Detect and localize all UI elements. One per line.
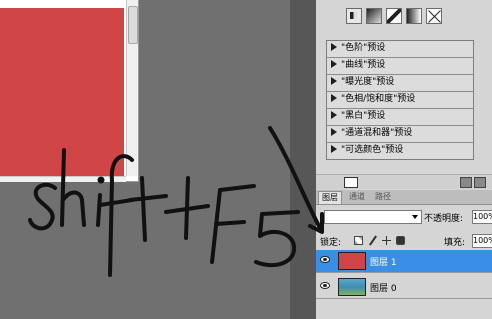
- right-panel: "色阶"预设 "曲线"预设 "曝光度"预设 "色相/饱和度"预设 "黑白"预设 …: [316, 0, 492, 319]
- blend-mode-select[interactable]: [324, 210, 422, 224]
- lock-transparent-pixels-icon[interactable]: [354, 236, 363, 245]
- expand-triangle-icon[interactable]: [331, 128, 337, 136]
- preset-label: "曲线"预设: [341, 60, 386, 70]
- lock-label: 锁定:: [320, 238, 342, 248]
- adjustment-bottom-icons: [460, 177, 486, 188]
- layer-row[interactable]: 图层 0: [316, 276, 492, 299]
- exposure-icon[interactable]: [386, 8, 402, 24]
- levels-icon[interactable]: [346, 8, 362, 24]
- layer-thumbnail: [338, 278, 366, 296]
- curves-icon[interactable]: [366, 8, 382, 24]
- vibrance-icon[interactable]: [426, 8, 442, 24]
- layer-name: 图层 1: [370, 258, 397, 268]
- preset-label: "通道混和器"预设: [341, 128, 413, 138]
- adjustment-bottom-bar: [316, 174, 492, 189]
- red-layer-canvas[interactable]: [0, 8, 124, 176]
- lock-all-icon[interactable]: [396, 236, 405, 245]
- preset-exposure[interactable]: "曝光度"预设: [327, 75, 473, 92]
- clip-to-layer-icon[interactable]: [460, 177, 472, 188]
- return-to-list-icon[interactable]: [344, 177, 358, 188]
- preset-label: "可选颜色"预设: [341, 145, 404, 155]
- expand-triangle-icon[interactable]: [331, 43, 337, 51]
- gradient-map-icon[interactable]: [406, 8, 422, 24]
- preset-label: "色阶"预设: [341, 43, 386, 53]
- vertical-scrollbar[interactable]: [126, 0, 138, 176]
- tab-paths[interactable]: 路径: [372, 191, 394, 203]
- preset-selective-color[interactable]: "可选颜色"预设: [327, 143, 473, 159]
- preset-levels[interactable]: "色阶"预设: [327, 41, 473, 58]
- panel-divider: [290, 0, 316, 319]
- expand-triangle-icon[interactable]: [331, 94, 337, 102]
- lock-position-icon[interactable]: [382, 236, 391, 245]
- eye-icon[interactable]: [320, 256, 330, 263]
- fill-label: 填充:: [444, 238, 466, 248]
- expand-triangle-icon[interactable]: [331, 60, 337, 68]
- canvas-area[interactable]: [0, 0, 290, 319]
- preset-label: "色相/饱和度"预设: [341, 94, 416, 104]
- expand-triangle-icon[interactable]: [331, 111, 337, 119]
- adjustment-presets-list: "色阶"预设 "曲线"预设 "曝光度"预设 "色相/饱和度"预设 "黑白"预设 …: [326, 40, 474, 160]
- opacity-input[interactable]: 100%: [472, 210, 492, 224]
- eye-icon[interactable]: [320, 282, 330, 289]
- lock-row: 锁定: 填充: 100%: [316, 233, 492, 249]
- visibility-toggle-icon[interactable]: [474, 177, 486, 188]
- fill-input[interactable]: 100%: [472, 234, 492, 248]
- layer-row-selected[interactable]: 图层 1: [316, 250, 492, 273]
- lock-image-pixels-icon[interactable]: [368, 236, 377, 245]
- preset-label: "曝光度"预设: [341, 77, 395, 87]
- layer-thumbnail: [338, 252, 366, 270]
- vertical-scrollbar-thumb[interactable]: [128, 6, 138, 44]
- layers-panel-tabs: 图层 通道 路径: [316, 190, 492, 205]
- preset-hue-saturation[interactable]: "色相/饱和度"预设: [327, 92, 473, 109]
- document-window[interactable]: [0, 0, 139, 182]
- expand-triangle-icon[interactable]: [331, 145, 337, 153]
- adjustment-icons-row: [346, 8, 442, 26]
- opacity-label: 不透明度:: [424, 214, 464, 224]
- tab-channels[interactable]: 通道: [346, 191, 368, 203]
- preset-black-white[interactable]: "黑白"预设: [327, 109, 473, 126]
- tab-layers[interactable]: 图层: [318, 191, 342, 204]
- preset-curves[interactable]: "曲线"预设: [327, 58, 473, 75]
- blend-mode-row: 不透明度: 100%: [316, 208, 492, 224]
- layer-name: 图层 0: [370, 284, 397, 294]
- horizontal-scrollbar[interactable]: [0, 176, 126, 182]
- preset-label: "黑白"预设: [341, 111, 386, 121]
- expand-triangle-icon[interactable]: [331, 77, 337, 85]
- preset-channel-mixer[interactable]: "通道混和器"预设: [327, 126, 473, 143]
